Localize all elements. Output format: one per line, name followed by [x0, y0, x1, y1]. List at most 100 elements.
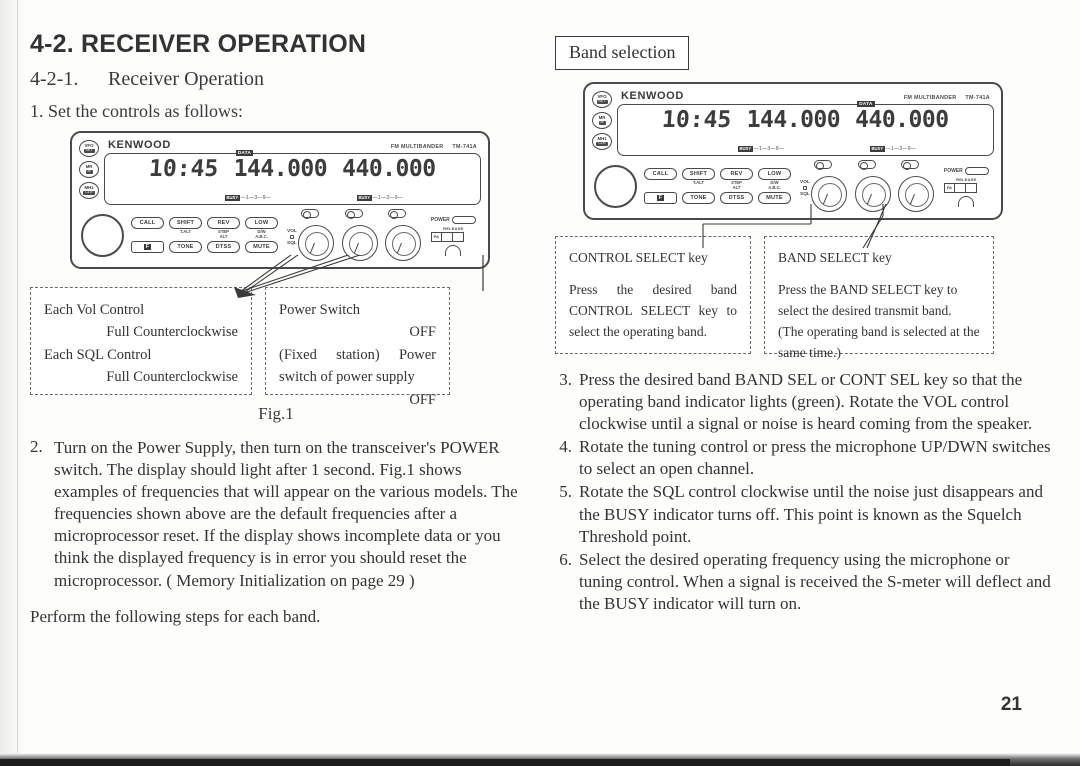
tuning-knob[interactable] — [81, 213, 124, 257]
band-c-control — [384, 209, 427, 261]
call-key-2[interactable]: CALL — [644, 167, 677, 180]
list-item: 6. Select the desired operating frequenc… — [555, 549, 1055, 615]
step-4-text: Rotate the tuning control or press the m… — [579, 437, 1051, 479]
dtss-key-2[interactable]: DTSS — [720, 192, 753, 205]
step-3-text: Press the desired band BAND SEL or CONT … — [579, 370, 1033, 434]
rev-key[interactable]: REV — [207, 216, 240, 229]
step-2-text: Turn on the Power Supply, then turn on t… — [54, 438, 518, 590]
band-b-indicator-led[interactable] — [344, 209, 363, 219]
release-latch: PA — [430, 231, 476, 242]
mr-m-button-2[interactable]: MR M — [592, 112, 612, 129]
band-a-indicator-led-2[interactable] — [813, 160, 832, 170]
series-label: FM MULTIBANDER — [390, 144, 444, 150]
vol-label: VOL — [287, 228, 297, 234]
shift-key[interactable]: SHIFT — [169, 216, 202, 229]
power-line-3: (Fixed station) Power — [279, 346, 436, 363]
power-line-1: Power Switch — [279, 302, 360, 318]
callout-row-right: CONTROL SELECT key Press the desired ban… — [555, 236, 1055, 360]
band-b-vol-sql-knob-2[interactable] — [854, 176, 891, 212]
call-key[interactable]: CALL — [131, 216, 164, 229]
shift-key-2[interactable]: SHIFT — [682, 167, 715, 180]
step-5-text: Rotate the SQL control clockwise until t… — [579, 482, 1043, 546]
band-c-vol-sql-knob-2[interactable] — [897, 176, 934, 212]
mute-key[interactable]: MUTE — [245, 241, 278, 254]
vol-sql-labels: VOL SQL — [287, 209, 297, 256]
band-select-title: BAND SELECT key — [778, 250, 892, 265]
vfo-set-button[interactable]: VFO SET — [79, 140, 99, 157]
keypad: CALL SHIFT REV LOW T.ALT STEP ALT D/W A.B.… — [131, 216, 278, 254]
list-item: 3. Press the desired band BAND SEL or CO… — [555, 369, 1055, 435]
power-switch[interactable] — [451, 215, 476, 224]
lcd-freq-b-group: 440.000 — [342, 156, 435, 182]
callout-row-left: Each Vol Control Full Counterclockwise E… — [30, 287, 522, 408]
mute-key-2[interactable]: MUTE — [758, 192, 791, 205]
steps-list: 3. Press the desired band BAND SEL or CO… — [555, 369, 1055, 615]
knob-group: VOL SQL — [287, 209, 427, 261]
band-c-indicator-led-2[interactable] — [900, 160, 919, 170]
lcd-clock: 10:45 — [148, 156, 220, 182]
m-label-2: M — [598, 120, 606, 125]
power-line-5: OFF — [409, 391, 436, 408]
low-key[interactable]: LOW — [245, 216, 278, 229]
band-b-control — [341, 209, 384, 261]
power-switch-2[interactable] — [964, 166, 989, 175]
release-label-2: RELEASE — [956, 176, 977, 182]
power-area: POWER RELEASE PA — [430, 215, 476, 256]
transceiver-front-panel-2: VFO SET MR M MHz CLR KENWOOD FM MULTIBAN… — [583, 82, 1003, 220]
key-sublabels-2: T.ALT STEP ALT D/W A.B.C. — [644, 180, 791, 191]
power-label: POWER — [430, 216, 450, 223]
radio-figure-1: VFO SET MR M MHz CLR KENWOOD FM MULTIBAN… — [70, 131, 490, 298]
band-b-vol-sql-knob[interactable] — [341, 225, 378, 261]
band-a-indicator-led[interactable] — [300, 209, 319, 219]
vfo-set-button-2[interactable]: VFO SET — [592, 91, 612, 108]
sql-label-2: SQL — [800, 191, 810, 197]
data-indicator: DATA — [235, 150, 254, 156]
power-line-4: switch of power supply — [279, 369, 415, 386]
keypad-top-row: CALL SHIFT REV LOW — [131, 216, 278, 229]
band-c-indicator-led[interactable] — [387, 209, 406, 219]
model-text-2: FM MULTIBANDER TM-741A — [904, 95, 990, 101]
vol-line-4: Full Counterclockwise — [106, 369, 238, 386]
dtss-key[interactable]: DTSS — [207, 241, 240, 254]
release-cell-3b — [965, 182, 977, 193]
tone-key[interactable]: TONE — [169, 241, 202, 254]
sublabel-talt-2: T.ALT — [692, 180, 705, 186]
mr-m-button[interactable]: MR M — [79, 161, 99, 178]
brand-logo-2: KENWOOD — [621, 90, 684, 102]
release-cell-3 — [452, 231, 464, 242]
lcd-clock-2: 10:45 — [661, 107, 733, 133]
band-selection-heading: Band selection — [555, 36, 690, 70]
subsection-heading: 4-2-1. Receiver Operation — [30, 68, 522, 91]
keypad-bottom-row: F TONE DTSS MUTE — [131, 241, 278, 254]
smeter-scale-a-2: —1—3—9— — [753, 146, 785, 152]
m-label: M — [85, 169, 93, 174]
step-1-text: 1. Set the controls as follows: — [30, 101, 243, 121]
list-item: 4. Rotate the tuning control or press th… — [555, 436, 1055, 480]
subsection-number: 4-2-1. — [30, 68, 79, 90]
smeter-a-2: BUSY —1—3—9— — [738, 146, 784, 152]
figure-caption: Fig.1 — [258, 404, 294, 423]
band-b-indicator-led-2[interactable] — [857, 160, 876, 170]
callout-band-select: BAND SELECT key Press the BAND SELECT ke… — [764, 236, 994, 360]
tone-key-2[interactable]: TONE — [682, 192, 715, 205]
transceiver-front-panel: VFO SET MR M MHz CLR KENWOOD FM MULTIBAN… — [70, 131, 490, 269]
tuning-knob-2[interactable] — [594, 164, 637, 208]
busy-indicator-a-2: BUSY — [738, 146, 753, 152]
smeter-scale-a: —1—3—9— — [240, 195, 272, 201]
side-button-group-2: VFO SET MR M MHz CLR — [592, 89, 617, 150]
menu-key-2[interactable]: F — [644, 192, 677, 205]
step-6-text: Select the desired operating frequency u… — [579, 549, 1051, 613]
mhz-clr-button[interactable]: MHz CLR — [79, 182, 99, 199]
page-number: 21 — [1000, 694, 1022, 715]
rev-key-2[interactable]: REV — [720, 167, 753, 180]
mic-jack-icon-2 — [958, 195, 975, 207]
band-a-vol-sql-knob[interactable] — [297, 225, 334, 261]
band-a-vol-sql-knob-2[interactable] — [810, 176, 847, 212]
band-c-vol-sql-knob[interactable] — [384, 225, 421, 261]
low-key-2[interactable]: LOW — [758, 167, 791, 180]
left-column: 4-2. RECEIVER OPERATION 4-2-1. Receiver O… — [30, 30, 522, 627]
menu-key[interactable]: F — [131, 241, 164, 254]
step-2-number: 2. — [30, 437, 43, 456]
mhz-clr-button-2[interactable]: MHz CLR — [592, 133, 612, 150]
sublabel-blank-2 — [644, 181, 677, 191]
